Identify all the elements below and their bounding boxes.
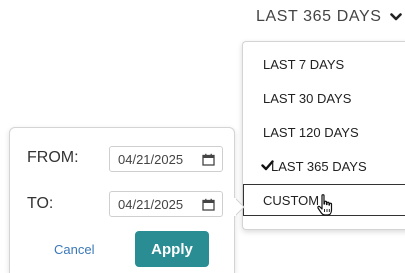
- menu-item-label: LAST 7 DAYS: [263, 56, 345, 72]
- menu-item-last-7-days[interactable]: LAST 7 DAYS: [243, 48, 405, 80]
- to-date-input[interactable]: 04/21/2025: [109, 191, 223, 217]
- menu-item-custom[interactable]: CUSTOM: [243, 184, 405, 216]
- custom-date-popover: FROM: 04/21/2025 TO: 04/21/2025 Cancel A…: [9, 127, 245, 273]
- apply-button[interactable]: Apply: [135, 231, 209, 267]
- calendar-icon[interactable]: [202, 198, 215, 211]
- from-date-value: 04/21/2025: [118, 151, 184, 167]
- to-label: TO:: [27, 195, 54, 212]
- date-range-label: LAST 365 DAYS: [256, 8, 382, 25]
- menu-item-label: LAST 365 DAYS: [271, 158, 367, 174]
- chevron-down-icon: [389, 12, 402, 22]
- from-label: FROM:: [27, 149, 79, 166]
- calendar-icon[interactable]: [202, 153, 215, 166]
- date-range-toggle[interactable]: LAST 365 DAYS: [256, 8, 402, 26]
- date-range-menu: LAST 7 DAYS LAST 30 DAYS LAST 120 DAYS L…: [242, 41, 405, 230]
- cancel-button[interactable]: Cancel: [54, 242, 94, 257]
- menu-item-label: LAST 120 DAYS: [263, 124, 359, 140]
- menu-item-last-120-days[interactable]: LAST 120 DAYS: [243, 116, 405, 148]
- menu-item-label: LAST 30 DAYS: [263, 90, 352, 106]
- to-date-value: 04/21/2025: [118, 196, 184, 212]
- menu-item-last-365-days[interactable]: LAST 365 DAYS: [243, 150, 405, 182]
- menu-item-label: CUSTOM: [263, 192, 320, 208]
- from-date-input[interactable]: 04/21/2025: [109, 146, 223, 172]
- popover-arrow: [233, 196, 246, 218]
- menu-item-last-30-days[interactable]: LAST 30 DAYS: [243, 82, 405, 114]
- checkmark-icon: [243, 159, 274, 174]
